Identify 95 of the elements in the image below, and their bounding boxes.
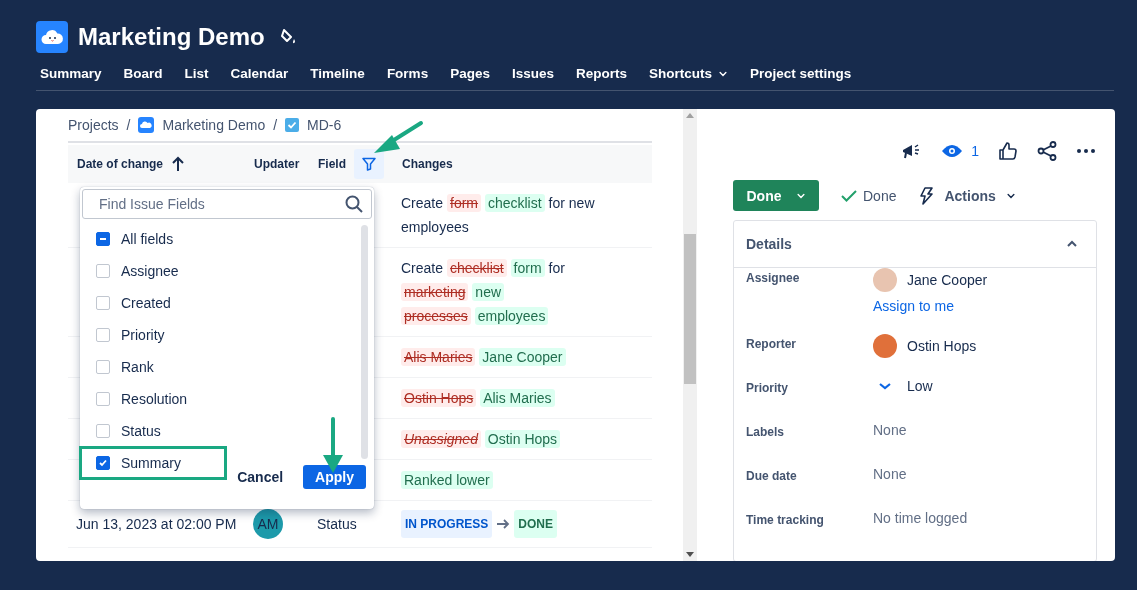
column-header: Field (318, 157, 346, 171)
field-option[interactable]: Created (80, 287, 226, 319)
field-cell: Status (317, 516, 357, 532)
field-option[interactable]: Summary (80, 447, 226, 479)
details-title: Details (746, 236, 792, 252)
field-value: No time logged (873, 510, 968, 526)
nav-tab[interactable]: Shortcuts (644, 62, 732, 85)
field-option[interactable]: Rank (80, 351, 226, 383)
priority-value: Low (907, 378, 933, 394)
nav-tab[interactable]: Project settings (746, 62, 856, 85)
annotation-arrow (374, 121, 423, 153)
field-label: Labels (746, 424, 785, 441)
annotation-arrow (323, 417, 343, 473)
nav-tab[interactable]: Issues (507, 62, 558, 85)
nav-tab[interactable]: List (180, 62, 213, 85)
nav-tab[interactable]: Forms (382, 62, 433, 85)
checkmark-icon (841, 189, 857, 202)
change-description: IN PROGRESS DONE (401, 510, 651, 538)
breadcrumb-separator: / (273, 117, 278, 133)
checkbox[interactable] (96, 424, 110, 438)
checkbox[interactable] (96, 392, 110, 406)
watch-button[interactable]: 1 (941, 143, 979, 159)
change-description: Create form checklist for new employees (401, 193, 596, 237)
assign-to-me-link[interactable]: Assign to me (873, 298, 988, 314)
share-icon[interactable] (1037, 141, 1057, 161)
cancel-button[interactable]: Cancel (237, 465, 284, 489)
column-header: Changes (402, 157, 453, 171)
search-icon (345, 195, 363, 213)
breadcrumb-link[interactable]: Marketing Demo (138, 117, 266, 133)
column-header: Updater (254, 157, 300, 171)
nav-tab[interactable]: Timeline (306, 62, 369, 85)
arrow-right-icon (496, 518, 511, 530)
person-name: Jane Cooper (907, 272, 988, 288)
column-header: Date of change (77, 157, 163, 171)
change-description: Alis Maries Jane Cooper (401, 345, 651, 369)
megaphone-icon[interactable] (901, 141, 922, 161)
eye-icon (941, 144, 964, 158)
checkbox[interactable] (96, 232, 110, 246)
project-title: Marketing Demo (78, 23, 265, 51)
field-label: Time tracking (746, 512, 825, 529)
checkbox[interactable] (96, 360, 110, 374)
breadcrumb-separator: / (126, 117, 131, 133)
avatar (873, 334, 897, 358)
collapse-button[interactable] (1066, 240, 1078, 248)
checkmark-icon (98, 458, 108, 468)
thumbs-up-icon[interactable] (999, 142, 1017, 160)
checkbox[interactable] (96, 296, 110, 310)
resolution-label: Done (841, 187, 897, 204)
field-option[interactable]: All fields (80, 223, 226, 255)
minus-icon (99, 235, 107, 243)
checkbox-task-icon (285, 118, 300, 132)
checkbox[interactable] (96, 328, 110, 342)
field-label: Reporter (746, 336, 797, 353)
field-option[interactable]: Priority (80, 319, 226, 351)
user-avatar: AM (253, 509, 283, 539)
apply-button[interactable]: Apply (303, 465, 366, 489)
field-option[interactable]: Resolution (80, 383, 226, 415)
nav-tab[interactable]: Summary (36, 62, 106, 85)
scrollbar[interactable] (361, 225, 368, 459)
field-value: None (873, 466, 907, 482)
date-cell: Jun 13, 2023 at 02:00 PM (76, 516, 237, 532)
breadcrumb-link[interactable]: MD-6 (285, 117, 342, 133)
avatar (873, 268, 897, 292)
lightning-icon (918, 186, 935, 205)
search-field[interactable]: Find Issue Fields (82, 189, 372, 219)
nav-tab[interactable]: Pages (446, 62, 494, 85)
field-option[interactable]: Status (80, 415, 226, 447)
change-description: Ostin Hops Alis Maries (401, 386, 651, 410)
change-description: Ranked lower (401, 468, 651, 492)
actions-button[interactable]: Actions (918, 186, 1016, 205)
change-description: Unassigned Ostin Hops (401, 427, 651, 451)
scrollbar[interactable] (683, 109, 697, 561)
field-label: Due date (746, 468, 798, 485)
cloud-logo-icon (138, 117, 155, 133)
nav-tab[interactable]: Calendar (226, 62, 293, 85)
field-option[interactable]: Assignee (80, 255, 226, 287)
breadcrumb-link[interactable]: Projects (68, 117, 119, 133)
nav-tab[interactable]: Reports (571, 62, 631, 85)
paint-bucket-icon[interactable] (280, 28, 297, 46)
nav-tab[interactable]: Board (119, 62, 167, 85)
chevron-up-icon (1066, 240, 1078, 248)
filter-button[interactable] (354, 149, 384, 179)
field-label: Priority (746, 380, 789, 397)
change-description: Create checklist form for marketing new processes employees (401, 258, 566, 327)
filter-icon (362, 157, 376, 171)
status-button[interactable]: Done (733, 180, 819, 211)
more-icon[interactable] (1077, 149, 1095, 153)
person-name: Ostin Hops (907, 338, 977, 354)
field-label: Assignee (746, 270, 801, 287)
sort-arrow-up-icon[interactable] (171, 156, 185, 172)
scroll-down-icon[interactable] (686, 552, 694, 557)
cloud-logo-icon (36, 21, 68, 53)
field-value: None (873, 422, 907, 438)
checkbox[interactable] (96, 456, 110, 470)
checkbox[interactable] (96, 264, 110, 278)
